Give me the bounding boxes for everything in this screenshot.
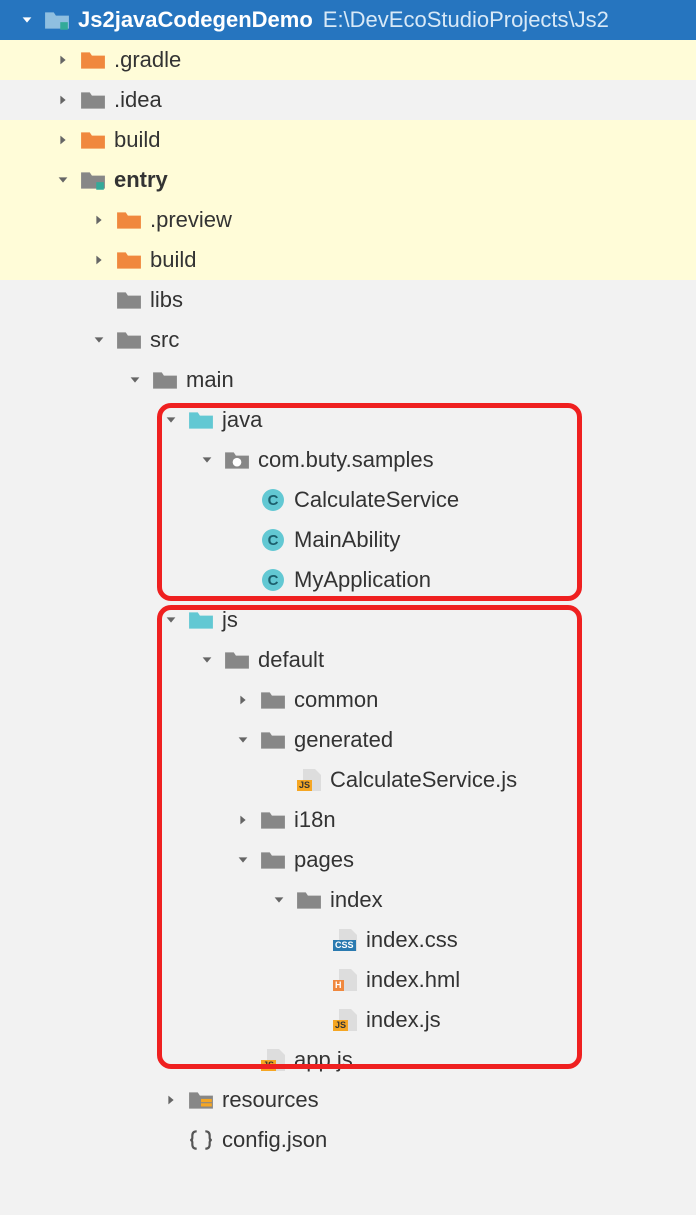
css-file-icon: CSS <box>332 929 358 951</box>
node-label: MyApplication <box>294 567 431 593</box>
js-file-icon: JS <box>332 1009 358 1031</box>
root-path: E:\DevEcoStudioProjects\Js2 <box>323 7 609 33</box>
node-label: config.json <box>222 1127 327 1153</box>
tree-row[interactable]: i18n <box>0 800 696 840</box>
chevron-down-icon[interactable] <box>196 449 218 471</box>
project-tree: Js2javaCodegenDemo E:\DevEcoStudioProjec… <box>0 0 696 1160</box>
node-label: com.buty.samples <box>258 447 434 473</box>
chevron-down-icon[interactable] <box>160 609 182 631</box>
json-file-icon <box>188 1129 214 1151</box>
tree-row[interactable]: C CalculateService <box>0 480 696 520</box>
node-label: generated <box>294 727 393 753</box>
package-icon <box>224 449 250 471</box>
tree-row[interactable]: pages <box>0 840 696 880</box>
chevron-down-icon[interactable] <box>268 889 290 911</box>
tree-row[interactable]: JS CalculateService.js <box>0 760 696 800</box>
node-label: index.hml <box>366 967 460 993</box>
js-file-icon: JS <box>260 1049 286 1071</box>
module-folder-icon <box>80 169 106 191</box>
node-label: CalculateService <box>294 487 459 513</box>
class-icon: C <box>260 529 286 551</box>
chevron-right-icon[interactable] <box>232 689 254 711</box>
chevron-down-icon[interactable] <box>160 409 182 431</box>
chevron-down-icon[interactable] <box>52 169 74 191</box>
folder-icon <box>296 889 322 911</box>
node-label: index.css <box>366 927 458 953</box>
tree-row[interactable]: com.buty.samples <box>0 440 696 480</box>
node-label: resources <box>222 1087 319 1113</box>
node-label: index <box>330 887 383 913</box>
tree-row[interactable]: resources <box>0 1080 696 1120</box>
tree-row[interactable]: index <box>0 880 696 920</box>
tree-row[interactable]: H index.hml <box>0 960 696 1000</box>
folder-icon <box>116 329 142 351</box>
chevron-right-icon[interactable] <box>232 809 254 831</box>
chevron-right-icon[interactable] <box>52 129 74 151</box>
node-label: MainAbility <box>294 527 400 553</box>
node-label: .gradle <box>114 47 181 73</box>
tree-row[interactable]: default <box>0 640 696 680</box>
folder-icon <box>224 649 250 671</box>
node-label: CalculateService.js <box>330 767 517 793</box>
module-folder-icon <box>44 9 70 31</box>
root-name: Js2javaCodegenDemo <box>78 7 313 33</box>
node-label: .idea <box>114 87 162 113</box>
tree-row[interactable]: JS index.js <box>0 1000 696 1040</box>
folder-icon <box>152 369 178 391</box>
tree-row[interactable]: common <box>0 680 696 720</box>
chevron-down-icon[interactable] <box>88 329 110 351</box>
tree-row[interactable]: C MyApplication <box>0 560 696 600</box>
node-label: index.js <box>366 1007 441 1033</box>
tree-row[interactable]: js <box>0 600 696 640</box>
chevron-down-icon[interactable] <box>232 729 254 751</box>
tree-row[interactable]: main <box>0 360 696 400</box>
node-label: app.js <box>294 1047 353 1073</box>
tree-row[interactable]: java <box>0 400 696 440</box>
chevron-down-icon[interactable] <box>196 649 218 671</box>
tree-row[interactable]: libs <box>0 280 696 320</box>
class-icon: C <box>260 489 286 511</box>
chevron-right-icon[interactable] <box>88 209 110 231</box>
chevron-right-icon[interactable] <box>160 1089 182 1111</box>
node-label: common <box>294 687 378 713</box>
tree-row[interactable]: generated <box>0 720 696 760</box>
tree-row[interactable]: CSS index.css <box>0 920 696 960</box>
tree-row[interactable]: src <box>0 320 696 360</box>
tree-row[interactable]: entry <box>0 160 696 200</box>
chevron-right-icon[interactable] <box>52 89 74 111</box>
node-label: build <box>150 247 196 273</box>
node-label: .preview <box>150 207 232 233</box>
tree-row[interactable]: C MainAbility <box>0 520 696 560</box>
chevron-right-icon[interactable] <box>52 49 74 71</box>
class-icon: C <box>260 569 286 591</box>
js-file-icon: JS <box>296 769 322 791</box>
source-folder-icon <box>188 609 214 631</box>
source-folder-icon <box>188 409 214 431</box>
chevron-down-icon[interactable] <box>232 849 254 871</box>
chevron-right-icon[interactable] <box>88 249 110 271</box>
tree-row[interactable]: config.json <box>0 1120 696 1160</box>
tree-row[interactable]: JS app.js <box>0 1040 696 1080</box>
hml-file-icon: H <box>332 969 358 991</box>
chevron-down-icon[interactable] <box>124 369 146 391</box>
chevron-down-icon[interactable] <box>16 9 38 31</box>
folder-icon <box>260 849 286 871</box>
